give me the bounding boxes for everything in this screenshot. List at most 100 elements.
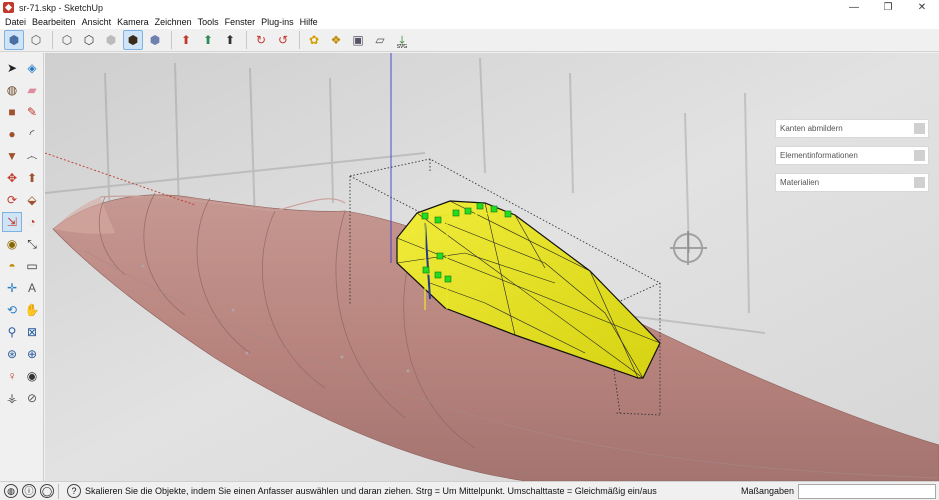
axes-n-button[interactable]: ⬆ [220, 30, 240, 50]
minimize-button[interactable]: — [837, 0, 871, 15]
components-button[interactable]: ❖ [326, 30, 346, 50]
menu-bearbeiten[interactable]: Bearbeiten [29, 15, 79, 29]
zoom-extents-icon[interactable]: ⊛ [2, 344, 22, 364]
axes-green-button[interactable]: ⬆ [198, 30, 218, 50]
look-around-icon[interactable]: ◉ [22, 366, 42, 386]
wire-cube-button[interactable]: ⬡ [26, 30, 46, 50]
rectangle-icon[interactable]: ■ [2, 102, 22, 122]
login-icon[interactable]: ◯ [40, 484, 54, 498]
orbit-button[interactable]: ↻ [251, 30, 271, 50]
circle-icon[interactable]: ● [2, 124, 22, 144]
orbit-tool-icon[interactable]: ⟲ [2, 300, 22, 320]
paint-bucket-icon[interactable]: ◍ [2, 80, 22, 100]
pan-icon: ↺ [277, 33, 289, 47]
hidden-line-button[interactable]: ⬡ [79, 30, 99, 50]
palette-row: ⚶ ⊘ [0, 387, 43, 409]
geo-location-icon[interactable]: ◍ [4, 484, 18, 498]
arc-icon[interactable]: ◜ [22, 124, 42, 144]
iso-view-button[interactable]: ⬢ [4, 30, 24, 50]
svg-label: SVG [396, 44, 408, 50]
tray-materialien[interactable]: Materialien [775, 173, 929, 192]
status-hint: Skalieren Sie die Objekte, indem Sie ein… [85, 486, 657, 496]
menu-fenster[interactable]: Fenster [222, 15, 259, 29]
move-icon[interactable]: ✥ [2, 168, 22, 188]
menu-zeichnen[interactable]: Zeichnen [152, 15, 195, 29]
bee-button[interactable]: ✿ [304, 30, 324, 50]
toolbar-separator [299, 31, 300, 49]
axes-n-icon: ⬆ [224, 33, 236, 47]
eraser-small-button[interactable]: ▱ [370, 30, 390, 50]
warehouse-button[interactable]: ▣ [348, 30, 368, 50]
tray-expand-icon[interactable] [914, 123, 925, 134]
shaded-icon: ⬢ [105, 33, 117, 47]
palette-row: ⚲ ⊠ [0, 321, 43, 343]
credits-icon[interactable]: ⓘ [22, 484, 36, 498]
pan-button[interactable]: ↺ [273, 30, 293, 50]
model-viewport[interactable]: Kanten abmildern Elementinformationen Ma… [45, 53, 939, 481]
monochrome-button[interactable]: ⬢ [145, 30, 165, 50]
axes-red-icon: ⬆ [180, 33, 192, 47]
push-pull-icon[interactable]: ⬆ [22, 168, 42, 188]
orbit-icon: ↻ [255, 33, 267, 47]
palette-row: ⟲ ✋ [0, 299, 43, 321]
window-title: sr-71.skp - SketchUp [19, 2, 104, 13]
menu-ansicht[interactable]: Ansicht [79, 15, 115, 29]
menu-datei[interactable]: Datei [2, 15, 29, 29]
svg-export-button[interactable]: ⤓ SVG [392, 30, 412, 50]
shaded-textures-icon: ⬢ [127, 33, 139, 47]
eraser-icon[interactable]: ▰ [22, 80, 42, 100]
select-arrow-icon[interactable]: ➤ [2, 58, 22, 78]
zoom-icon[interactable]: ⚲ [2, 322, 22, 342]
3d-text-icon[interactable]: A [22, 278, 42, 298]
close-button[interactable]: ✕ [905, 0, 939, 15]
axes-red-button[interactable]: ⬆ [176, 30, 196, 50]
palette-row: ◓ ▭ [0, 255, 43, 277]
maximize-button[interactable]: ❐ [871, 0, 905, 15]
components-icon: ❖ [330, 33, 342, 47]
palette-row: ✥ ⬆ [0, 167, 43, 189]
tray-kanten-abmildern[interactable]: Kanten abmildern [775, 119, 929, 138]
palette-row: ♀ ◉ [0, 365, 43, 387]
offset-icon[interactable]: ◔ [22, 212, 42, 232]
axes-icon[interactable]: ✛ [2, 278, 22, 298]
pan-hand-icon[interactable]: ✋ [22, 300, 42, 320]
previous-view-icon[interactable]: ⊕ [22, 344, 42, 364]
menu-kamera[interactable]: Kamera [114, 15, 152, 29]
scale-icon[interactable]: ⇲ [2, 212, 22, 232]
warehouse-icon: ▣ [352, 33, 364, 47]
pencil-icon[interactable]: ✎ [22, 102, 42, 122]
menu-hilfe[interactable]: Hilfe [297, 15, 321, 29]
measurements-input[interactable] [798, 484, 936, 499]
protractor-icon[interactable]: ◓ [2, 256, 22, 276]
tool-palette: ➤ ◈ ◍ ▰ ■ ✎ ● ◜ ▼ ෴ ✥ ⬆ ⟳ ⬙ ⇲ ◔ ◉ ⤡ ◓ ▭ ✛ A ⟲ ✋ ⚲ ⊠ ⊛ ⊕ ♀ ◉ ⚶ ⊘ [0, 53, 44, 481]
make-component-icon[interactable]: ◈ [22, 58, 42, 78]
toolbar-separator [246, 31, 247, 49]
dimension-icon[interactable]: ⤡ [22, 234, 42, 254]
menu-tools[interactable]: Tools [195, 15, 222, 29]
palette-row: ⇲ ◔ [0, 211, 43, 233]
section-plane-icon[interactable]: ⊘ [22, 388, 42, 408]
follow-me-icon[interactable]: ⬙ [22, 190, 42, 210]
xray-button[interactable]: ⬡ [57, 30, 77, 50]
tray-elementinformationen[interactable]: Elementinformationen [775, 146, 929, 165]
menu-plug-ins[interactable]: Plug-ins [258, 15, 297, 29]
tray-expand-icon[interactable] [914, 150, 925, 161]
tray-expand-icon[interactable] [914, 177, 925, 188]
help-icon[interactable]: ? [67, 484, 81, 498]
text-icon[interactable]: ▭ [22, 256, 42, 276]
palette-row: ◍ ▰ [0, 79, 43, 101]
position-camera-icon[interactable]: ♀ [2, 366, 22, 386]
zoom-window-icon[interactable]: ⊠ [22, 322, 42, 342]
walk-icon[interactable]: ⚶ [2, 388, 22, 408]
shaded-button[interactable]: ⬢ [101, 30, 121, 50]
sketchup-logo-icon [3, 2, 14, 13]
freehand-icon[interactable]: ෴ [22, 146, 42, 166]
wire-cube-icon: ⬡ [30, 33, 42, 47]
scene-canvas[interactable] [45, 53, 939, 481]
tape-measure-icon[interactable]: ◉ [2, 234, 22, 254]
palette-row: ◉ ⤡ [0, 233, 43, 255]
shaded-textures-button[interactable]: ⬢ [123, 30, 143, 50]
eraser-small-icon: ▱ [375, 33, 385, 47]
rotate-icon[interactable]: ⟳ [2, 190, 22, 210]
polygon-icon[interactable]: ▼ [2, 146, 22, 166]
